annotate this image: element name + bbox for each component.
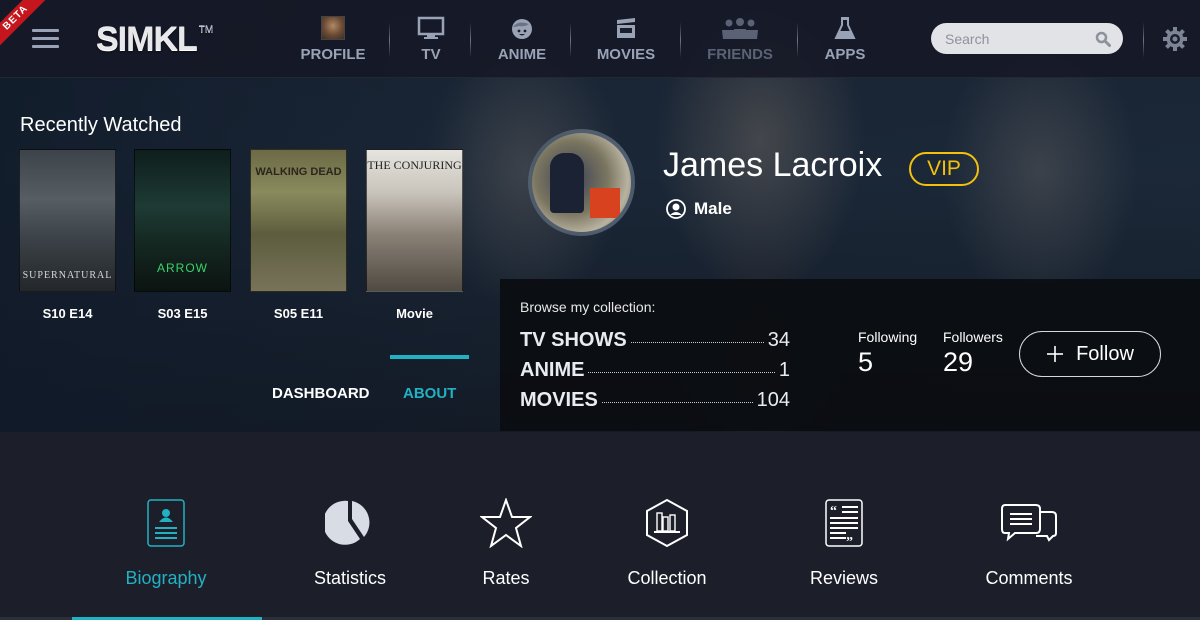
- follow-label: Follow: [1076, 342, 1134, 365]
- collection-row-anime[interactable]: ANIME 1: [520, 359, 790, 382]
- nav-tv[interactable]: TV: [414, 12, 448, 68]
- episode-label: S05 E11: [273, 306, 324, 321]
- tab-dashboard[interactable]: DASHBOARD: [272, 385, 370, 402]
- section-label: Biography: [125, 568, 207, 588]
- clapperboard-icon: [617, 18, 635, 38]
- gear-icon[interactable]: [1162, 26, 1188, 52]
- gender-label: Male: [694, 199, 732, 218]
- user-icon: [666, 199, 686, 219]
- tv-icon: [417, 16, 445, 39]
- reviews-icon: “”: [825, 499, 863, 548]
- anime-face-icon: [512, 19, 532, 39]
- nav-anime[interactable]: ANIME: [496, 12, 548, 68]
- svg-text:“: “: [830, 504, 837, 519]
- nav-apps[interactable]: APPS: [824, 12, 866, 68]
- follow-button[interactable]: Follow: [1019, 331, 1161, 377]
- flask-icon: [834, 17, 856, 39]
- collection-icon: [646, 498, 688, 548]
- recently-watched-title: Recently Watched: [20, 114, 182, 136]
- section-biography[interactable]: Biography: [106, 496, 226, 589]
- poster-the-conjuring[interactable]: THE CONJURING: [366, 149, 463, 292]
- menu-icon[interactable]: [32, 29, 59, 49]
- section-label: Collection: [627, 568, 707, 588]
- logo[interactable]: SIMKL TM: [96, 20, 213, 59]
- section-label: Reviews: [809, 568, 879, 588]
- section-collection[interactable]: Collection: [607, 496, 727, 589]
- user-avatar[interactable]: [528, 129, 635, 236]
- search-input[interactable]: [945, 30, 1085, 47]
- following-stat[interactable]: Following 5: [858, 329, 917, 378]
- tab-about[interactable]: ABOUT: [403, 385, 456, 402]
- profile-page: BETA SIMKL TM PROFILE TV ANIME MOVIES FRI…: [0, 0, 1200, 620]
- episode-label: Movie: [396, 306, 433, 321]
- nav-movies[interactable]: MOVIES: [596, 12, 656, 68]
- comments-icon: [1001, 504, 1057, 542]
- nav-movies-label: MOVIES: [596, 46, 656, 63]
- nav-tv-label: TV: [421, 46, 441, 63]
- nav-apps-label: APPS: [824, 46, 866, 63]
- collection-title: Browse my collection:: [520, 299, 656, 315]
- nav-friends-label: FRIENDS: [707, 46, 773, 63]
- vip-badge: VIP: [909, 152, 979, 186]
- svg-text:”: ”: [846, 535, 853, 548]
- nav-friends[interactable]: FRIENDS: [707, 12, 773, 68]
- section-label: Statistics: [313, 568, 387, 588]
- nav-profile-label: PROFILE: [300, 46, 366, 63]
- section-label: Rates: [482, 568, 530, 588]
- poster-arrow[interactable]: ARROW: [134, 149, 231, 292]
- collection-row-tv-shows[interactable]: TV SHOWS 34: [520, 329, 790, 352]
- poster-walking-dead[interactable]: WALKING DEAD: [250, 149, 347, 292]
- user-name: James Lacroix: [663, 146, 883, 184]
- section-rates[interactable]: Rates: [446, 496, 566, 589]
- search-icon[interactable]: [1095, 31, 1111, 47]
- section-comments[interactable]: Comments: [969, 496, 1089, 589]
- star-icon: [480, 498, 532, 548]
- plus-icon: [1047, 346, 1064, 362]
- followers-stat[interactable]: Followers 29: [943, 329, 1003, 378]
- gender-info: Male: [666, 199, 732, 219]
- pie-chart-icon: [325, 500, 370, 545]
- biography-icon: [147, 499, 185, 547]
- search-box[interactable]: [931, 23, 1123, 54]
- episode-label: S03 E15: [157, 306, 208, 321]
- section-reviews[interactable]: “” Reviews: [784, 496, 904, 589]
- about-tab-indicator: [390, 355, 469, 359]
- section-statistics[interactable]: Statistics: [290, 496, 410, 589]
- poster-supernatural[interactable]: SUPERNATURAL: [19, 149, 116, 292]
- profile-avatar-icon: [321, 16, 345, 40]
- episode-label: S10 E14: [42, 306, 93, 321]
- collection-row-movies[interactable]: MOVIES 104: [520, 389, 790, 412]
- friends-icon: [722, 18, 758, 39]
- nav-anime-label: ANIME: [497, 46, 547, 63]
- section-label: Comments: [985, 568, 1073, 588]
- nav-profile[interactable]: PROFILE: [300, 12, 366, 68]
- top-navbar: BETA SIMKL TM PROFILE TV ANIME MOVIES FRI…: [0, 0, 1200, 78]
